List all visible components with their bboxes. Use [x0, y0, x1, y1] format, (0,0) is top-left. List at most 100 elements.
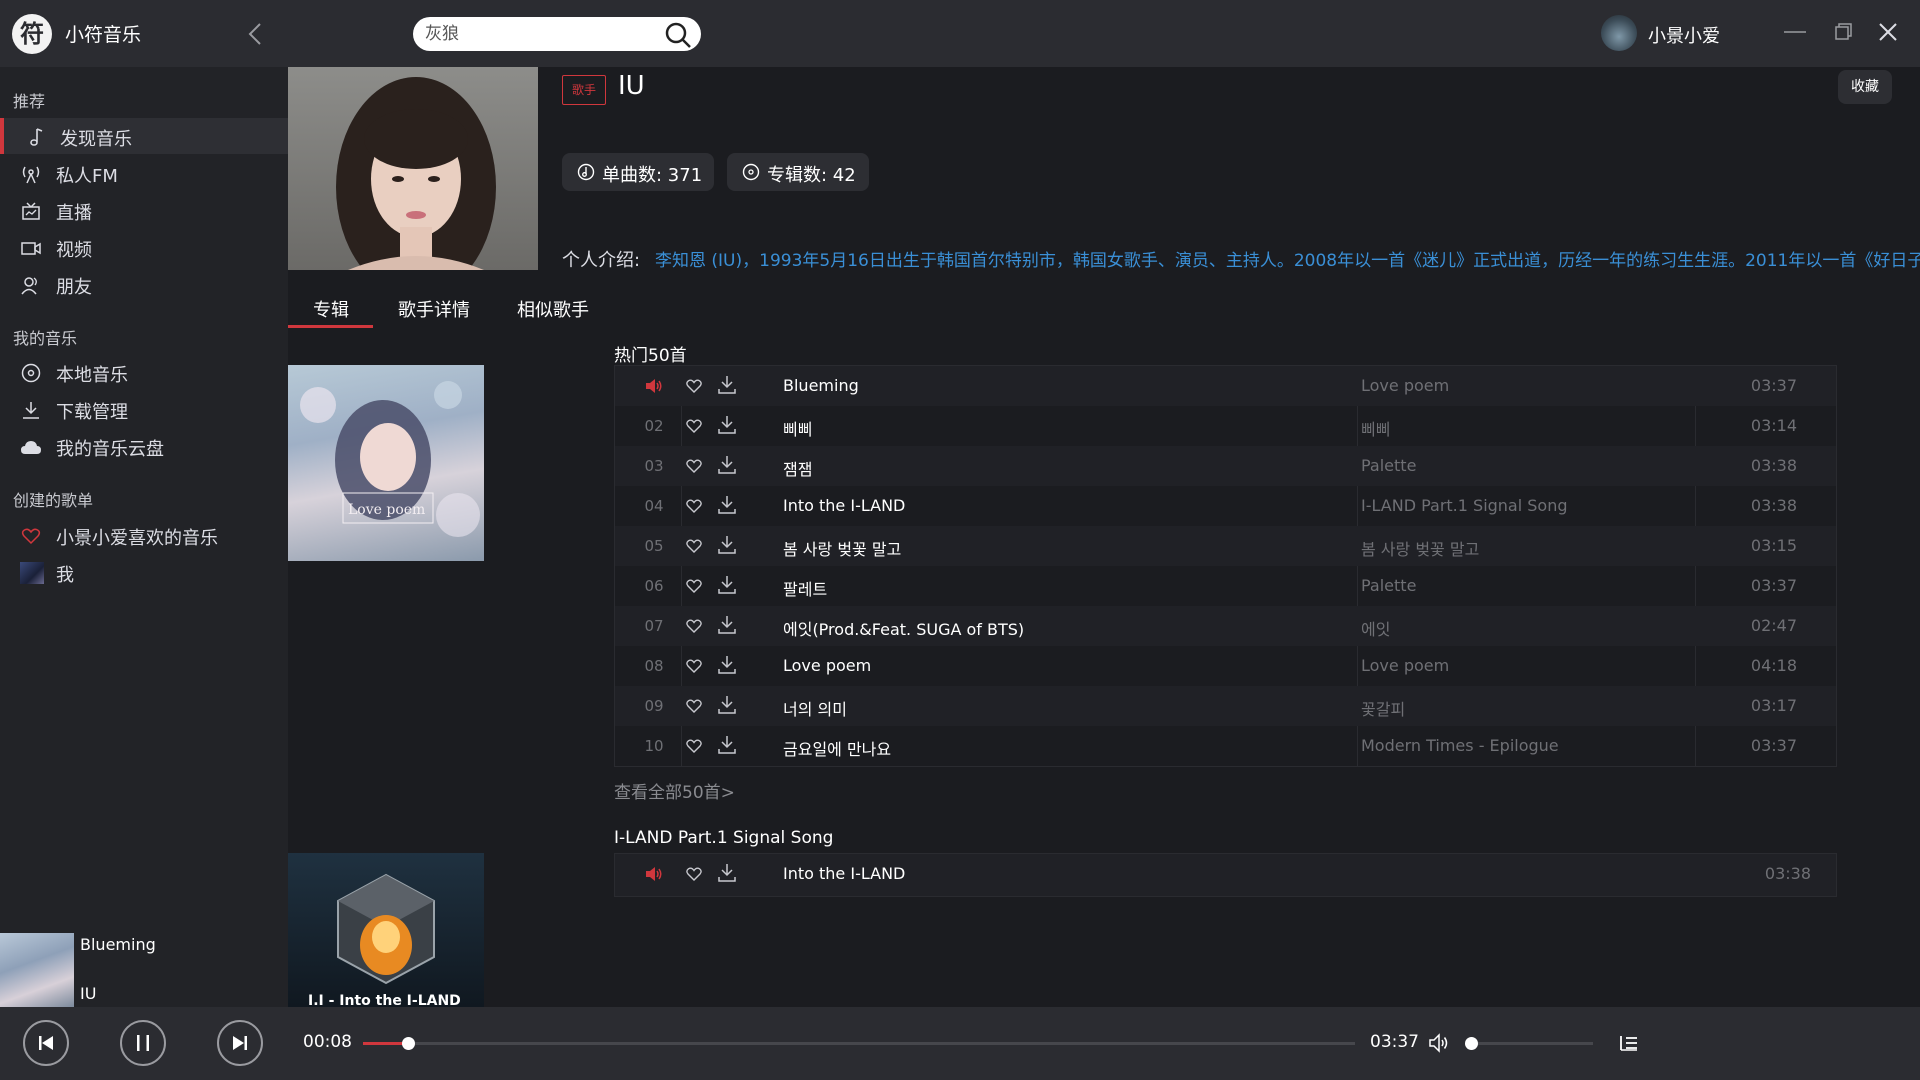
sidebar-item-live[interactable]: 直播 — [0, 192, 288, 228]
favorite-button[interactable]: 收藏 — [1838, 70, 1892, 104]
song-album[interactable]: 에잇 — [1361, 616, 1390, 640]
song-album[interactable]: Love poem — [1361, 656, 1449, 675]
sidebar-item-private-fm[interactable]: 私人FM — [0, 155, 288, 191]
download-icon[interactable] — [717, 574, 737, 596]
song-title[interactable]: Into the I-LAND — [783, 864, 905, 883]
playlist-queue-icon[interactable] — [1618, 1032, 1640, 1054]
table-row[interactable]: 07 에잇(Prod.&Feat. SUGA of BTS) 에잇 02:47 — [615, 606, 1836, 646]
heart-icon[interactable] — [685, 377, 703, 395]
sidebar-item-friends[interactable]: 朋友 — [0, 266, 288, 302]
song-title[interactable]: 에잇(Prod.&Feat. SUGA of BTS) — [783, 616, 1024, 640]
download-icon[interactable] — [717, 694, 737, 716]
download-icon[interactable] — [717, 494, 737, 516]
song-album[interactable]: Modern Times - Epilogue — [1361, 736, 1559, 755]
download-icon[interactable] — [717, 654, 737, 676]
song-title[interactable]: 금요일에 만나요 — [783, 736, 891, 760]
album-cover[interactable]: Love poem — [288, 365, 484, 561]
table-row[interactable]: 08 Love poem Love poem 04:18 — [615, 646, 1836, 686]
song-title[interactable]: Love poem — [783, 656, 871, 675]
table-row[interactable]: 05 봄 사랑 벚꽃 말고 봄 사랑 벚꽃 말고 03:15 — [615, 526, 1836, 566]
heart-icon[interactable] — [685, 657, 703, 675]
heart-icon[interactable] — [685, 577, 703, 595]
song-title[interactable]: 팔레트 — [783, 576, 827, 600]
song-album[interactable]: Palette — [1361, 576, 1416, 595]
song-album[interactable]: Palette — [1361, 456, 1416, 475]
volume-icon[interactable] — [1428, 1032, 1450, 1054]
sidebar-item-video[interactable]: 视频 — [0, 229, 288, 265]
heart-icon[interactable] — [685, 865, 703, 883]
download-icon[interactable] — [717, 862, 737, 884]
sidebar-item-cloud-drive[interactable]: 我的音乐云盘 — [0, 428, 288, 464]
search-box[interactable] — [413, 17, 701, 51]
table-row[interactable]: 06 팔레트 Palette 03:37 — [615, 566, 1836, 606]
download-icon[interactable] — [717, 534, 737, 556]
song-title[interactable]: Into the I-LAND — [783, 496, 905, 515]
heart-icon[interactable] — [685, 697, 703, 715]
download-icon[interactable] — [717, 454, 737, 476]
table-row[interactable]: Blueming Love poem 03:37 — [615, 366, 1836, 406]
album-cover[interactable]: I.I - Into the I-LAND — [288, 853, 484, 1007]
song-album[interactable]: 봄 사랑 벚꽃 말고 — [1361, 536, 1479, 560]
minimize-button[interactable] — [1778, 16, 1810, 48]
now-playing-title[interactable]: Blueming — [80, 935, 156, 954]
song-album[interactable]: I-LAND Part.1 Signal Song — [1361, 496, 1568, 515]
tab-albums[interactable]: 专辑 — [313, 296, 349, 322]
now-playing-artist[interactable]: IU — [80, 984, 96, 1003]
user-name[interactable]: 小景小爱 — [1648, 22, 1720, 48]
now-playing-cover[interactable] — [0, 933, 74, 1007]
tab-similar-artists[interactable]: 相似歌手 — [517, 296, 589, 322]
app-logo[interactable]: 符 — [12, 14, 52, 54]
search-input[interactable] — [425, 22, 645, 46]
song-title[interactable]: 삐삐 — [783, 416, 812, 440]
singles-count[interactable]: 单曲数: 371 — [562, 153, 714, 191]
sidebar-item-discover-music[interactable]: 发现音乐 — [0, 118, 288, 154]
song-album[interactable]: 삐삐 — [1361, 416, 1390, 440]
sidebar-item-liked-playlist[interactable]: 小景小爱喜欢的音乐 — [0, 517, 288, 553]
table-row[interactable]: 04 Into the I-LAND I-LAND Part.1 Signal … — [615, 486, 1836, 526]
heart-icon[interactable] — [685, 457, 703, 475]
progress-handle[interactable] — [401, 1037, 415, 1050]
song-title[interactable]: 너의 의미 — [783, 696, 847, 720]
heart-icon[interactable] — [685, 417, 703, 435]
song-number: 07 — [644, 617, 664, 635]
download-icon[interactable] — [717, 614, 737, 636]
total-time: 03:37 — [1370, 1032, 1419, 1052]
albums-count[interactable]: 专辑数: 42 — [727, 153, 869, 191]
close-button[interactable] — [1872, 16, 1904, 48]
sidebar-item-playlist-me[interactable]: 我 — [0, 554, 288, 590]
pause-button[interactable] — [120, 1020, 166, 1066]
volume-handle[interactable] — [1464, 1037, 1478, 1050]
download-icon[interactable] — [717, 734, 737, 756]
song-title[interactable]: 봄 사랑 벚꽃 말고 — [783, 536, 901, 560]
previous-button[interactable] — [23, 1020, 69, 1066]
download-icon[interactable] — [717, 374, 737, 396]
sidebar-item-downloads[interactable]: 下载管理 — [0, 391, 288, 427]
table-row[interactable]: 09 너의 의미 꽃갈피 03:17 — [615, 686, 1836, 726]
next-button[interactable] — [217, 1020, 263, 1066]
heart-icon[interactable] — [685, 617, 703, 635]
song-title[interactable]: Blueming — [783, 376, 859, 395]
restore-button[interactable] — [1827, 16, 1859, 48]
table-row[interactable]: Into the I-LAND 03:38 — [615, 854, 1836, 896]
heart-icon[interactable] — [685, 737, 703, 755]
view-all-songs-link[interactable]: 查看全部50首> — [614, 778, 735, 803]
table-row[interactable]: 03 잼잼 Palette 03:38 — [615, 446, 1836, 486]
sidebar-item-local-music[interactable]: 本地音乐 — [0, 354, 288, 390]
user-avatar[interactable] — [1601, 15, 1637, 51]
song-number: 06 — [644, 577, 664, 595]
table-row[interactable]: 10 금요일에 만나요 Modern Times - Epilogue 03:3… — [615, 726, 1836, 766]
back-button[interactable] — [243, 19, 269, 49]
table-row[interactable]: 02 삐삐 삐삐 03:14 — [615, 406, 1836, 446]
intro-text[interactable]: 李知恩 (IU)，1993年5月16日出生于韩国首尔特别市，韩国女歌手、演员、主… — [655, 246, 1920, 272]
song-album[interactable]: 꽃갈피 — [1361, 696, 1405, 720]
download-icon[interactable] — [717, 414, 737, 436]
heart-icon[interactable] — [685, 497, 703, 515]
song-album[interactable]: Love poem — [1361, 376, 1449, 395]
song-number: 04 — [644, 497, 664, 515]
song-title[interactable]: 잼잼 — [783, 456, 812, 480]
progress-bar[interactable] — [363, 1037, 1355, 1050]
volume-slider[interactable] — [1464, 1037, 1593, 1050]
heart-icon[interactable] — [685, 537, 703, 555]
tab-artist-details[interactable]: 歌手详情 — [398, 296, 470, 322]
search-icon[interactable] — [663, 20, 693, 50]
